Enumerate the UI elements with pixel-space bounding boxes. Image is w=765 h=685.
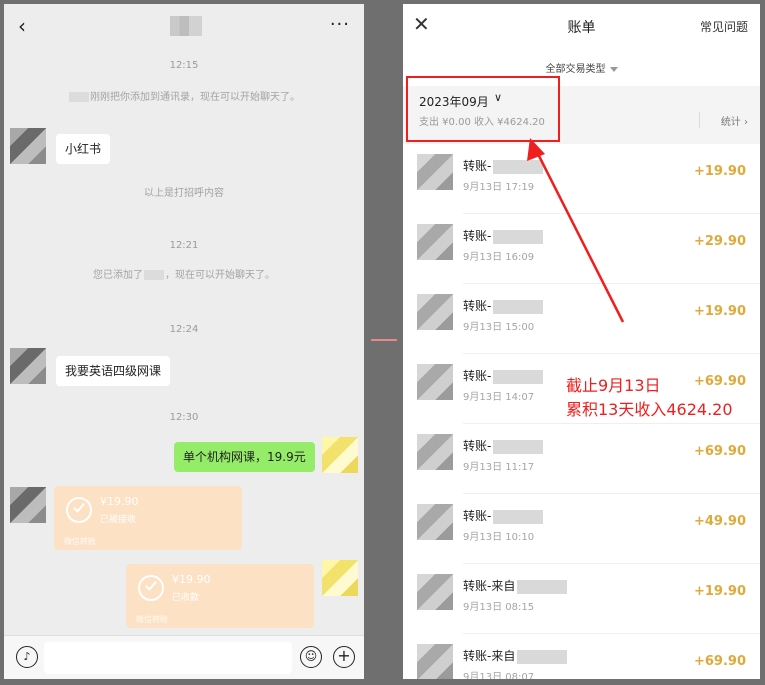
greeting-note: 以上是打招呼内容 [144, 188, 224, 199]
transaction-amount: +19.90 [693, 164, 746, 179]
chat-screen: ‹ ··· 12:15 刚刚把你添加到通讯录，现在可以开始聊天了。 小红书 以上… [4, 4, 364, 679]
payer-avatar [417, 154, 453, 190]
transaction-name: 转账- [463, 297, 544, 314]
timestamp: 12:30 [169, 412, 199, 423]
payer-name-blur [517, 579, 568, 594]
payer-name-blur [493, 439, 544, 454]
payer-avatar [417, 434, 453, 470]
message-bubble: 小红书 [56, 134, 111, 164]
payer-avatar [417, 294, 453, 330]
back-icon[interactable]: ‹ [18, 16, 26, 36]
transfer-card[interactable]: ¥19.90 已收款 微信转账 [126, 564, 314, 628]
transaction-row[interactable]: 转账-来自 9月13日 08:07 +69.90 [403, 634, 760, 679]
system-message: 刚刚把你添加到通讯录，现在可以开始聊天了。 [4, 88, 364, 103]
payer-name-blur [517, 649, 568, 664]
transfer-status: 已被接收 [100, 515, 137, 525]
payer-name-blur [493, 229, 544, 244]
transaction-name: 转账-来自 [463, 577, 568, 594]
payer-avatar [417, 574, 453, 610]
transaction-time: 9月13日 16:09 [463, 252, 535, 263]
input-bar: ♪ ☺ + [4, 635, 364, 679]
my-avatar[interactable] [322, 560, 358, 596]
annotation-line-2: 累积13天收入4624.20 [566, 400, 733, 419]
contact-name-blurred [170, 16, 202, 36]
timestamp: 12:24 [169, 324, 199, 335]
transaction-time: 9月13日 15:00 [463, 322, 535, 333]
transaction-row[interactable]: 转账- 9月13日 16:09 +29.90 [403, 214, 760, 284]
transfer-footer: 微信转账 [64, 537, 96, 546]
transaction-time: 9月13日 08:07 [463, 672, 535, 679]
transaction-time: 9月13日 11:17 [463, 462, 535, 473]
transaction-name: 转账- [463, 437, 544, 454]
bill-header: ✕ 账单 常见问题 [403, 4, 760, 48]
transaction-time: 9月13日 17:19 [463, 182, 535, 193]
payer-name-blur [493, 509, 544, 524]
transaction-time: 9月13日 14:07 [463, 392, 535, 403]
my-avatar[interactable] [322, 437, 358, 473]
transaction-row[interactable]: 转账- 9月13日 15:00 +19.90 [403, 284, 760, 354]
my-message-bubble: 单个机构网课，19.9元 [174, 442, 315, 472]
timestamp: 12:21 [169, 240, 199, 251]
transaction-time: 9月13日 10:10 [463, 532, 535, 543]
plus-icon[interactable]: + [333, 646, 355, 668]
contact-avatar[interactable] [10, 487, 46, 523]
message-input[interactable] [44, 642, 292, 674]
transaction-type-filter[interactable]: 全部交易类型 [403, 60, 760, 75]
transaction-amount: +29.90 [693, 234, 746, 249]
payer-avatar [417, 504, 453, 540]
transaction-row[interactable]: 转账-来自 9月13日 08:15 +19.90 [403, 564, 760, 634]
transaction-name: 转账- [463, 227, 544, 244]
transaction-row[interactable]: 转账- 9月13日 17:19 +19.90 [403, 144, 760, 214]
divider-dash [371, 339, 397, 341]
check-circle-icon [66, 497, 92, 523]
transaction-amount: +19.90 [693, 584, 746, 599]
transfer-footer: 微信转账 [136, 615, 168, 624]
emoji-icon[interactable]: ☺ [300, 646, 322, 668]
caret-down-icon [609, 66, 618, 72]
transaction-row[interactable]: 转账- 9月13日 11:17 +69.90 [403, 424, 760, 494]
check-circle-icon [138, 575, 164, 601]
payer-avatar [417, 224, 453, 260]
faq-link[interactable]: 常见问题 [700, 18, 748, 35]
transaction-amount: +69.90 [693, 374, 746, 389]
transaction-amount: +69.90 [693, 654, 746, 669]
divider [699, 112, 700, 128]
transaction-name: 转账- [463, 367, 544, 384]
payer-name-blur [493, 159, 544, 174]
more-icon[interactable]: ··· [330, 14, 350, 35]
voice-icon[interactable]: ♪ [16, 646, 38, 668]
transfer-amount: ¥19.90 [172, 573, 211, 586]
transaction-row[interactable]: 转账- 9月13日 10:10 +49.90 [403, 494, 760, 564]
transaction-name: 转账- [463, 507, 544, 524]
payer-avatar [417, 644, 453, 679]
system-message: 您已添加了 ，现在可以开始聊天了。 [93, 270, 275, 281]
transfer-amount: ¥19.90 [100, 495, 139, 508]
chat-header: ‹ ··· [4, 4, 364, 48]
name-blur [69, 92, 89, 102]
timestamp: 12:15 [169, 60, 199, 71]
contact-avatar[interactable] [10, 348, 46, 384]
payer-name-blur [493, 369, 544, 384]
transaction-amount: +69.90 [693, 444, 746, 459]
transfer-card[interactable]: ¥19.90 已被接收 微信转账 [54, 486, 242, 550]
transaction-time: 9月13日 08:15 [463, 602, 535, 613]
stats-link[interactable]: 统计 › [721, 113, 748, 128]
contact-avatar[interactable] [10, 128, 46, 164]
transaction-amount: +19.90 [693, 304, 746, 319]
transaction-name: 转账- [463, 157, 544, 174]
highlight-box [406, 76, 560, 142]
transaction-amount: +49.90 [693, 514, 746, 529]
transfer-status: 已收款 [172, 593, 200, 603]
payer-name-blur [493, 299, 544, 314]
name-blur [144, 270, 164, 280]
message-bubble: 我要英语四级网课 [56, 356, 171, 386]
annotation-line-1: 截止9月13日 [566, 376, 661, 395]
transaction-name: 转账-来自 [463, 647, 568, 664]
payer-avatar [417, 364, 453, 400]
